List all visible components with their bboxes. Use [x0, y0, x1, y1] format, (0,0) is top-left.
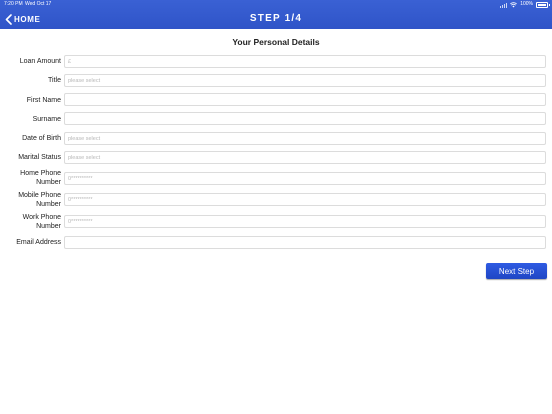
- next-step-button[interactable]: Next Step: [486, 263, 547, 279]
- status-bar: 7:20 PM Wed Oct 17 100%: [0, 0, 552, 9]
- home-phone-input[interactable]: [64, 172, 546, 185]
- mobile-phone-label: Mobile Phone Number: [18, 192, 61, 208]
- surname-input[interactable]: [64, 112, 546, 125]
- email-label: Email Address: [16, 239, 61, 246]
- mobile-phone-input[interactable]: [64, 193, 546, 206]
- battery-icon: [536, 1, 550, 8]
- form-title: Your Personal Details: [232, 37, 320, 47]
- battery-percentage: 100%: [520, 1, 533, 7]
- loan-amount-input[interactable]: [64, 55, 546, 68]
- date-of-birth-label: Date of Birth: [22, 135, 61, 142]
- title-select[interactable]: [64, 74, 546, 87]
- step-title: STEP 1/4: [249, 13, 303, 24]
- loan-amount-label: Loan Amount: [19, 58, 61, 65]
- date-of-birth-select[interactable]: [64, 132, 546, 145]
- status-time: 7:20 PM: [4, 1, 23, 7]
- title-label: Title: [48, 77, 61, 84]
- wifi-icon: [510, 1, 518, 7]
- first-name-label: First Name: [26, 97, 61, 104]
- marital-status-label: Marital Status: [18, 154, 61, 161]
- work-phone-label: Work Phone Number: [22, 214, 61, 230]
- surname-label: Surname: [32, 116, 61, 123]
- home-phone-label: Home Phone Number: [20, 170, 61, 186]
- status-indicators: 100%: [500, 0, 550, 9]
- email-input[interactable]: [64, 236, 546, 249]
- navigation-bar: HOME STEP 1/4: [0, 9, 552, 29]
- first-name-input[interactable]: [64, 93, 546, 106]
- status-date: Wed Oct 17: [25, 1, 52, 7]
- work-phone-input[interactable]: [64, 215, 546, 228]
- marital-status-select[interactable]: [64, 151, 546, 164]
- signal-icon: [500, 2, 508, 8]
- app-header: 7:20 PM Wed Oct 17 100% HOME STEP 1/4: [0, 0, 552, 29]
